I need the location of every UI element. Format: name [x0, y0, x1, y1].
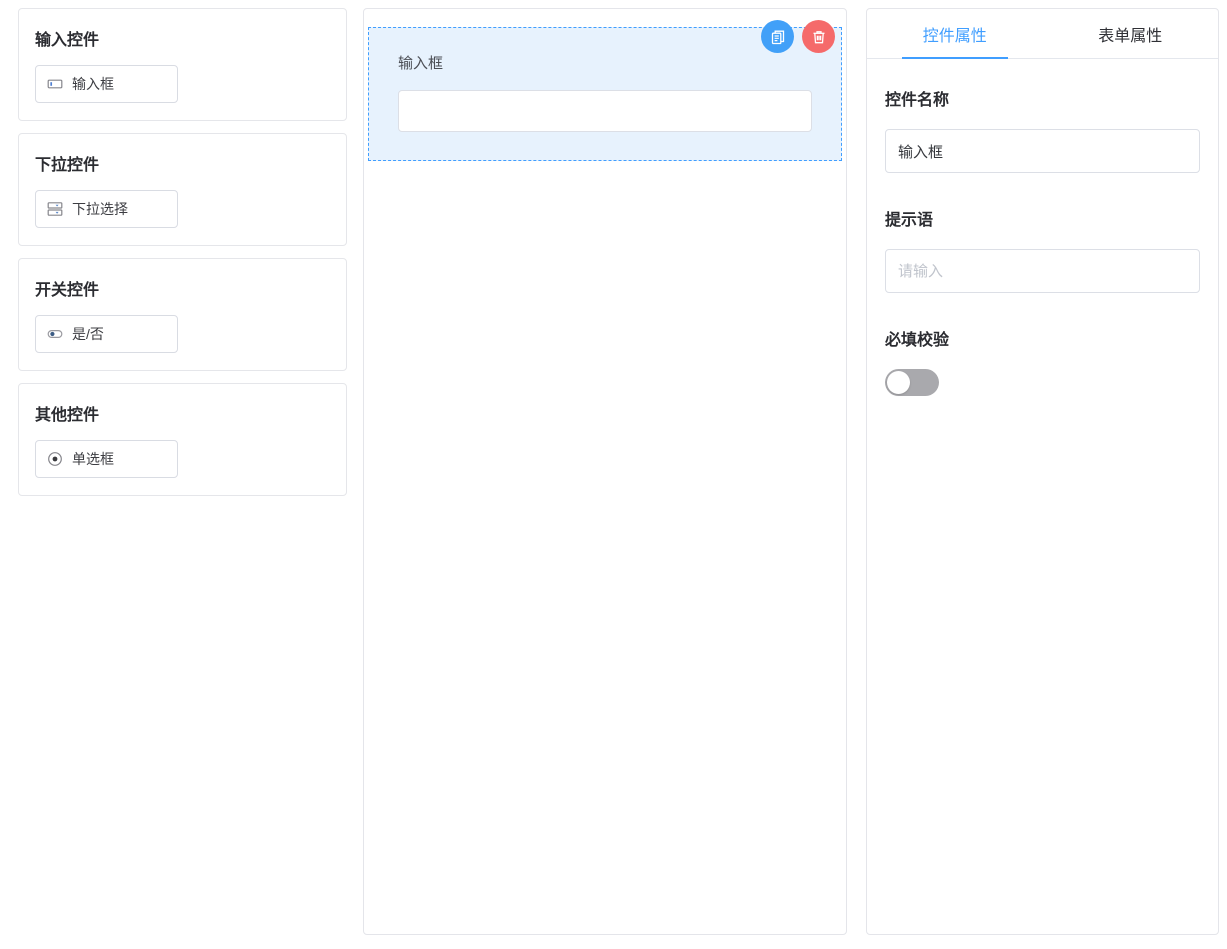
palette-item-label: 是/否 — [72, 324, 104, 344]
palette-group-title: 其他控件 — [35, 401, 330, 425]
required-validation-label: 必填校验 — [885, 326, 1200, 350]
palette-item-input-box[interactable]: 输入框 — [35, 65, 178, 103]
canvas-item-input-box-selected[interactable]: 输入框 — [368, 27, 842, 161]
palette-group-title: 输入控件 — [35, 26, 330, 50]
trash-icon — [811, 29, 827, 45]
palette-group-input: 输入控件 输入框 — [18, 8, 347, 121]
palette-group-title: 下拉控件 — [35, 151, 330, 175]
form-canvas[interactable]: 输入框 — [363, 8, 847, 935]
canvas-item-label: 输入框 — [398, 52, 812, 73]
delete-control-button[interactable] — [802, 20, 835, 53]
palette-group-other: 其他控件 单选框 — [18, 383, 347, 496]
dropdown-select-icon — [47, 201, 63, 217]
palette-item-dropdown-select[interactable]: 下拉选择 — [35, 190, 178, 228]
palette-group-dropdown: 下拉控件 下拉选择 — [18, 133, 347, 246]
hint-input[interactable] — [885, 249, 1200, 293]
radio-icon — [47, 451, 63, 467]
tab-label: 控件属性 — [923, 22, 987, 46]
control-palette: 输入控件 输入框 下拉控件 下拉选择 开 — [18, 8, 347, 508]
palette-item-label: 输入框 — [72, 74, 114, 94]
tab-control-properties[interactable]: 控件属性 — [867, 9, 1043, 58]
palette-item-label: 下拉选择 — [72, 199, 128, 219]
copy-icon — [770, 29, 786, 45]
properties-panel: 控件属性 表单属性 控件名称 提示语 必填校验 — [866, 8, 1219, 935]
palette-group-title: 开关控件 — [35, 276, 330, 300]
canvas-item-actions — [761, 20, 835, 53]
hint-label: 提示语 — [885, 206, 1200, 230]
palette-item-yes-no[interactable]: 是/否 — [35, 315, 178, 353]
switch-icon — [47, 326, 63, 342]
palette-item-radio-box[interactable]: 单选框 — [35, 440, 178, 478]
control-name-input[interactable] — [885, 129, 1200, 173]
properties-tabs: 控件属性 表单属性 — [867, 9, 1218, 59]
copy-control-button[interactable] — [761, 20, 794, 53]
palette-item-label: 单选框 — [72, 449, 114, 469]
input-box-icon — [47, 76, 63, 92]
palette-group-switch: 开关控件 是/否 — [18, 258, 347, 371]
required-toggle[interactable] — [885, 369, 939, 396]
tab-label: 表单属性 — [1098, 22, 1162, 46]
control-name-label: 控件名称 — [885, 86, 1200, 110]
toggle-knob — [887, 371, 910, 394]
tab-form-properties[interactable]: 表单属性 — [1043, 9, 1219, 58]
canvas-item-input[interactable] — [398, 90, 812, 132]
properties-body: 控件名称 提示语 必填校验 — [867, 59, 1218, 423]
form-builder-app: 输入控件 输入框 下拉控件 下拉选择 开 — [0, 0, 1227, 949]
